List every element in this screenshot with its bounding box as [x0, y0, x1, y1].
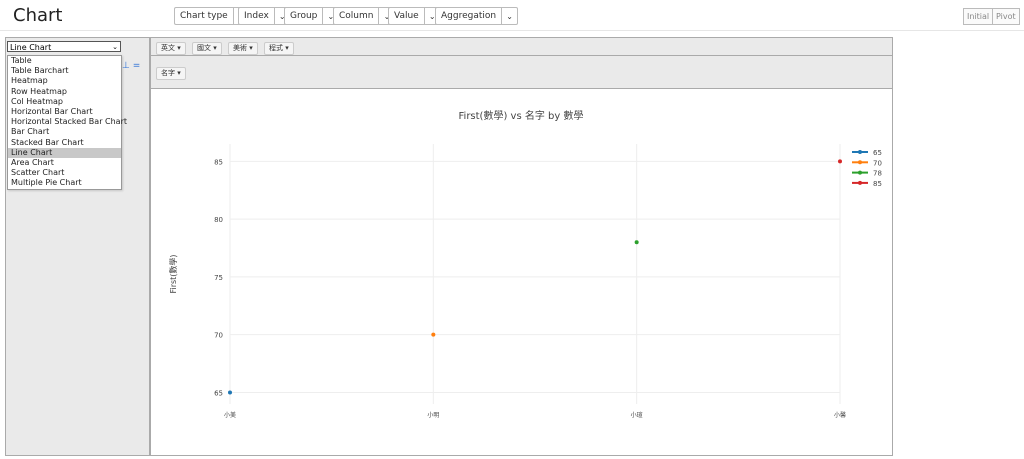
chart-type-option[interactable]: Heatmap — [8, 76, 121, 86]
index-label: Index — [238, 7, 274, 25]
chart-type-option[interactable]: Line Chart — [8, 147, 121, 158]
y-tick-label: 80 — [214, 216, 223, 224]
header-divider — [0, 30, 1024, 31]
chart-type-select-value: Line Chart — [10, 43, 52, 52]
data-point[interactable] — [431, 332, 436, 337]
sort-value-icon[interactable]: = — [133, 61, 141, 71]
x-tick-label: 小美 — [224, 411, 236, 419]
y-axis-label: First(數學) — [168, 254, 178, 293]
attribute-area — [150, 37, 893, 56]
initial-button[interactable]: Initial — [963, 8, 994, 25]
pivot-button[interactable]: Pivot — [992, 8, 1020, 25]
value-label: Value — [388, 7, 424, 25]
aggregation-label: Aggregation — [435, 7, 502, 25]
attr-pill[interactable]: 程式 ▾ — [264, 42, 294, 55]
group-control[interactable]: Group ⌄ — [284, 7, 340, 25]
x-tick-label: 小馨 — [834, 411, 846, 419]
x-tick-label: 小瑄 — [631, 411, 643, 419]
chevron-down-icon[interactable]: ⌄ — [112, 42, 118, 53]
page-title: Chart — [13, 5, 63, 26]
legend-label[interactable]: 78 — [873, 170, 882, 178]
y-tick-label: 85 — [214, 158, 223, 166]
chart-type-option[interactable]: Multiple Pie Chart — [8, 178, 121, 188]
sort-icons[interactable]: ⊥ = — [122, 61, 140, 71]
chart-type-dropdown[interactable]: Table Table Barchart Heatmap Row Heatmap Col… — [7, 55, 127, 190]
attr-pill[interactable]: 英文 ▾ — [156, 42, 186, 55]
column-attr-pill[interactable]: 名字 ▾ — [156, 67, 186, 80]
column-control[interactable]: Column ⌄ — [333, 7, 396, 25]
group-label: Group — [284, 7, 323, 25]
chart-type-option[interactable]: Table — [8, 56, 121, 66]
column-area — [150, 56, 893, 89]
attr-pill[interactable]: 國文 ▾ — [192, 42, 222, 55]
chart-type-option[interactable]: Area Chart — [8, 158, 121, 168]
x-tick-label: 小明 — [427, 411, 439, 419]
legend-label[interactable]: 70 — [873, 159, 882, 167]
chart-area: First(數學) vs 名字 by 數學 65 70 75 80 85 小美 小明 小瑄 小馨 F… — [150, 89, 893, 456]
legend-label[interactable]: 65 — [873, 149, 882, 157]
chart-type-option[interactable]: Stacked Bar Chart — [8, 138, 121, 148]
y-tick-label: 70 — [214, 332, 223, 340]
legend-marker — [858, 180, 862, 185]
chart-type-option[interactable]: Scatter Chart — [8, 168, 121, 178]
chart-type-option[interactable]: Horizontal Bar Chart — [8, 107, 121, 117]
chart-type-option[interactable]: Col Heatmap — [8, 97, 121, 107]
chart-title: First(數學) vs 名字 by 數學 — [459, 109, 584, 122]
column-label: Column — [333, 7, 379, 25]
line-chart: First(數學) vs 名字 by 數學 65 70 75 80 85 小美 小明 小瑄 小馨 F… — [168, 109, 882, 419]
legend-label[interactable]: 85 — [873, 180, 882, 188]
y-tick-label: 75 — [214, 274, 223, 282]
chart-type-option[interactable]: Bar Chart — [8, 127, 121, 137]
data-point[interactable] — [838, 159, 842, 164]
index-control[interactable]: Index ⌄ — [238, 7, 291, 25]
data-point[interactable] — [634, 240, 639, 245]
chart-type-label: Chart type — [174, 7, 233, 25]
chevron-down-icon[interactable]: ⌄ — [501, 7, 519, 25]
attr-pill[interactable]: 美術 ▾ — [228, 42, 258, 55]
sort-axis-icon[interactable]: ⊥ — [122, 61, 130, 71]
y-tick-label: 65 — [214, 389, 223, 397]
legend-marker — [858, 150, 862, 154]
value-control[interactable]: Value ⌄ — [388, 7, 441, 25]
data-point[interactable] — [228, 390, 232, 395]
chart-type-option[interactable]: Horizontal Stacked Bar Chart — [8, 117, 127, 127]
chart-type-select[interactable]: Line Chart ⌄ — [7, 41, 121, 52]
legend-marker — [858, 170, 862, 175]
chart-type-option[interactable]: Table Barchart — [8, 66, 121, 76]
legend-marker — [858, 160, 862, 165]
chart-type-option[interactable]: Row Heatmap — [8, 87, 121, 97]
aggregation-control[interactable]: Aggregation ⌄ — [435, 7, 519, 25]
